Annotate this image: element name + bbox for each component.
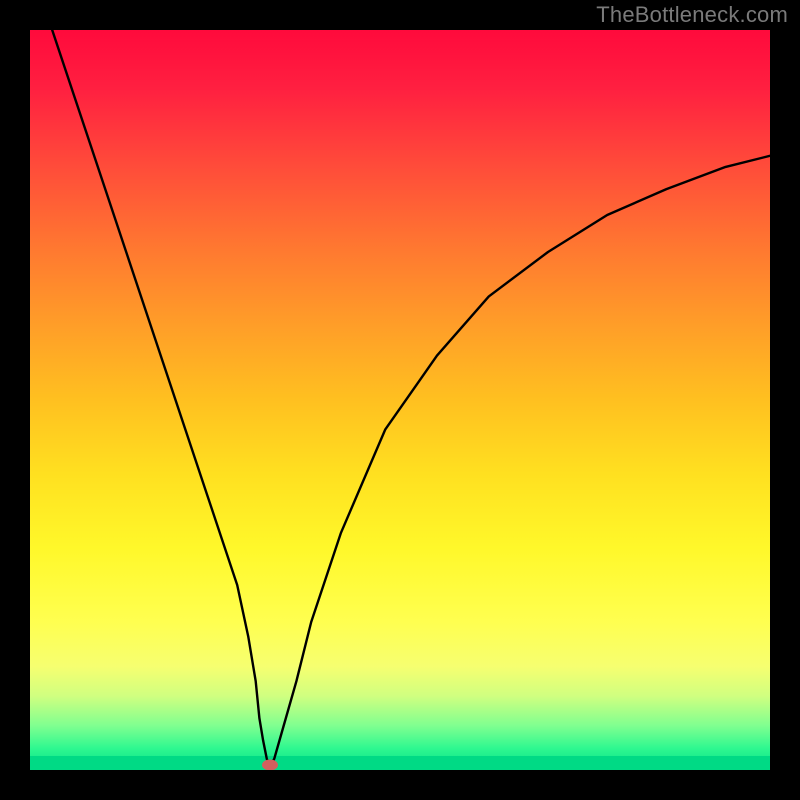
chart-container: TheBottleneck.com <box>0 0 800 800</box>
curve-path <box>52 30 770 766</box>
minimum-marker <box>262 759 278 770</box>
plot-area <box>30 30 770 770</box>
watermark: TheBottleneck.com <box>596 2 788 28</box>
bottleneck-curve <box>30 30 770 770</box>
